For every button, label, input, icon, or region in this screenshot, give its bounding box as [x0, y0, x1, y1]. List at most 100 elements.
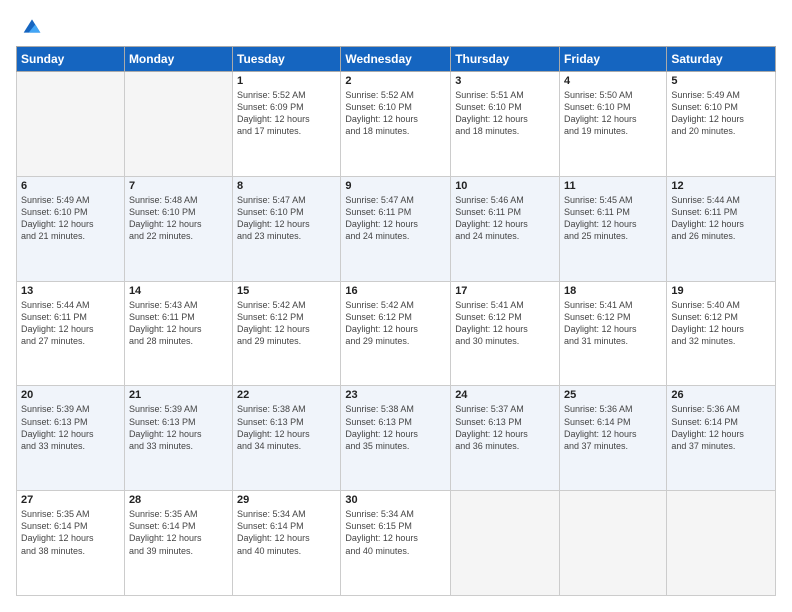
- day-number: 23: [345, 389, 446, 401]
- week-row-1: 1 Sunrise: 5:52 AMSunset: 6:09 PMDaylight…: [17, 72, 776, 177]
- day-info: Sunrise: 5:38 AMSunset: 6:13 PMDaylight:…: [345, 403, 446, 452]
- day-info: Sunrise: 5:35 AMSunset: 6:14 PMDaylight:…: [21, 508, 120, 557]
- day-info: Sunrise: 5:38 AMSunset: 6:13 PMDaylight:…: [237, 403, 336, 452]
- day-info: Sunrise: 5:50 AMSunset: 6:10 PMDaylight:…: [564, 89, 662, 138]
- day-header-saturday: Saturday: [667, 47, 776, 72]
- calendar-cell: 11 Sunrise: 5:45 AMSunset: 6:11 PMDayligh…: [560, 176, 667, 281]
- day-info: Sunrise: 5:43 AMSunset: 6:11 PMDaylight:…: [129, 299, 228, 348]
- calendar-cell: [667, 491, 776, 596]
- calendar-cell: [124, 72, 232, 177]
- day-info: Sunrise: 5:48 AMSunset: 6:10 PMDaylight:…: [129, 194, 228, 243]
- calendar-cell: 19Sunrise: 5:40 AMSunset: 6:12 PMDayligh…: [667, 281, 776, 386]
- calendar-cell: 12 Sunrise: 5:44 AMSunset: 6:11 PMDayligh…: [667, 176, 776, 281]
- week-row-3: 13 Sunrise: 5:44 AMSunset: 6:11 PMDayligh…: [17, 281, 776, 386]
- calendar-cell: 17 Sunrise: 5:41 AMSunset: 6:12 PMDayligh…: [451, 281, 560, 386]
- day-number: 18: [564, 285, 662, 297]
- day-info: Sunrise: 5:51 AMSunset: 6:10 PMDaylight:…: [455, 89, 555, 138]
- day-number: 5: [671, 75, 771, 87]
- day-number: 29: [237, 494, 336, 506]
- day-number: 30: [345, 494, 446, 506]
- day-info: Sunrise: 5:47 AMSunset: 6:10 PMDaylight:…: [237, 194, 336, 243]
- day-number: 10: [455, 180, 555, 192]
- day-header-wednesday: Wednesday: [341, 47, 451, 72]
- day-number: 9: [345, 180, 446, 192]
- day-info: Sunrise: 5:52 AMSunset: 6:09 PMDaylight:…: [237, 89, 336, 138]
- day-number: 21: [129, 389, 228, 401]
- calendar-cell: 21 Sunrise: 5:39 AMSunset: 6:13 PMDayligh…: [124, 386, 232, 491]
- calendar-cell: 28Sunrise: 5:35 AMSunset: 6:14 PMDayligh…: [124, 491, 232, 596]
- day-number: 14: [129, 285, 228, 297]
- day-info: Sunrise: 5:47 AMSunset: 6:11 PMDaylight:…: [345, 194, 446, 243]
- calendar-cell: 14 Sunrise: 5:43 AMSunset: 6:11 PMDayligh…: [124, 281, 232, 386]
- day-info: Sunrise: 5:39 AMSunset: 6:13 PMDaylight:…: [129, 403, 228, 452]
- day-info: Sunrise: 5:34 AMSunset: 6:14 PMDaylight:…: [237, 508, 336, 557]
- day-info: Sunrise: 5:39 AMSunset: 6:13 PMDaylight:…: [21, 403, 120, 452]
- day-number: 2: [345, 75, 446, 87]
- day-info: Sunrise: 5:42 AMSunset: 6:12 PMDaylight:…: [345, 299, 446, 348]
- week-row-5: 27 Sunrise: 5:35 AMSunset: 6:14 PMDayligh…: [17, 491, 776, 596]
- calendar-cell: 16Sunrise: 5:42 AMSunset: 6:12 PMDayligh…: [341, 281, 451, 386]
- calendar-cell: 30 Sunrise: 5:34 AMSunset: 6:15 PMDayligh…: [341, 491, 451, 596]
- calendar-cell: 6 Sunrise: 5:49 AMSunset: 6:10 PMDaylight…: [17, 176, 125, 281]
- day-header-thursday: Thursday: [451, 47, 560, 72]
- calendar-cell: [451, 491, 560, 596]
- calendar-cell: 24 Sunrise: 5:37 AMSunset: 6:13 PMDayligh…: [451, 386, 560, 491]
- day-info: Sunrise: 5:44 AMSunset: 6:11 PMDaylight:…: [21, 299, 120, 348]
- day-number: 7: [129, 180, 228, 192]
- calendar-cell: 15 Sunrise: 5:42 AMSunset: 6:12 PMDayligh…: [233, 281, 341, 386]
- day-info: Sunrise: 5:34 AMSunset: 6:15 PMDaylight:…: [345, 508, 446, 557]
- calendar-cell: 9 Sunrise: 5:47 AMSunset: 6:11 PMDaylight…: [341, 176, 451, 281]
- calendar-cell: 7 Sunrise: 5:48 AMSunset: 6:10 PMDaylight…: [124, 176, 232, 281]
- day-header-monday: Monday: [124, 47, 232, 72]
- day-number: 17: [455, 285, 555, 297]
- day-number: 4: [564, 75, 662, 87]
- day-info: Sunrise: 5:37 AMSunset: 6:13 PMDaylight:…: [455, 403, 555, 452]
- page: SundayMondayTuesdayWednesdayThursdayFrid…: [0, 0, 792, 612]
- day-number: 27: [21, 494, 120, 506]
- calendar-cell: 1 Sunrise: 5:52 AMSunset: 6:09 PMDaylight…: [233, 72, 341, 177]
- calendar-cell: 27 Sunrise: 5:35 AMSunset: 6:14 PMDayligh…: [17, 491, 125, 596]
- calendar-cell: 2 Sunrise: 5:52 AMSunset: 6:10 PMDaylight…: [341, 72, 451, 177]
- week-row-2: 6 Sunrise: 5:49 AMSunset: 6:10 PMDaylight…: [17, 176, 776, 281]
- calendar-cell: 18 Sunrise: 5:41 AMSunset: 6:12 PMDayligh…: [560, 281, 667, 386]
- day-info: Sunrise: 5:41 AMSunset: 6:12 PMDaylight:…: [564, 299, 662, 348]
- day-number: 25: [564, 389, 662, 401]
- calendar-cell: 8Sunrise: 5:47 AMSunset: 6:10 PMDaylight…: [233, 176, 341, 281]
- day-number: 11: [564, 180, 662, 192]
- calendar-cell: 26Sunrise: 5:36 AMSunset: 6:14 PMDayligh…: [667, 386, 776, 491]
- day-number: 12: [671, 180, 771, 192]
- logo-icon: [22, 16, 42, 36]
- day-number: 13: [21, 285, 120, 297]
- day-number: 15: [237, 285, 336, 297]
- day-number: 6: [21, 180, 120, 192]
- calendar-cell: 29 Sunrise: 5:34 AMSunset: 6:14 PMDayligh…: [233, 491, 341, 596]
- day-number: 1: [237, 75, 336, 87]
- day-number: 26: [671, 389, 771, 401]
- day-info: Sunrise: 5:45 AMSunset: 6:11 PMDaylight:…: [564, 194, 662, 243]
- calendar-cell: 22 Sunrise: 5:38 AMSunset: 6:13 PMDayligh…: [233, 386, 341, 491]
- header: [16, 16, 776, 36]
- calendar-cell: 20Sunrise: 5:39 AMSunset: 6:13 PMDayligh…: [17, 386, 125, 491]
- day-info: Sunrise: 5:52 AMSunset: 6:10 PMDaylight:…: [345, 89, 446, 138]
- day-header-sunday: Sunday: [17, 47, 125, 72]
- calendar: SundayMondayTuesdayWednesdayThursdayFrid…: [16, 46, 776, 596]
- calendar-header-row: SundayMondayTuesdayWednesdayThursdayFrid…: [17, 47, 776, 72]
- day-info: Sunrise: 5:41 AMSunset: 6:12 PMDaylight:…: [455, 299, 555, 348]
- day-info: Sunrise: 5:44 AMSunset: 6:11 PMDaylight:…: [671, 194, 771, 243]
- day-info: Sunrise: 5:42 AMSunset: 6:12 PMDaylight:…: [237, 299, 336, 348]
- calendar-cell: [560, 491, 667, 596]
- calendar-body: 1 Sunrise: 5:52 AMSunset: 6:09 PMDaylight…: [17, 72, 776, 596]
- day-number: 28: [129, 494, 228, 506]
- day-number: 3: [455, 75, 555, 87]
- calendar-cell: [17, 72, 125, 177]
- calendar-cell: 5Sunrise: 5:49 AMSunset: 6:10 PMDaylight…: [667, 72, 776, 177]
- day-number: 22: [237, 389, 336, 401]
- day-info: Sunrise: 5:49 AMSunset: 6:10 PMDaylight:…: [21, 194, 120, 243]
- day-number: 24: [455, 389, 555, 401]
- day-number: 19: [671, 285, 771, 297]
- day-header-tuesday: Tuesday: [233, 47, 341, 72]
- day-header-friday: Friday: [560, 47, 667, 72]
- calendar-cell: 13 Sunrise: 5:44 AMSunset: 6:11 PMDayligh…: [17, 281, 125, 386]
- day-info: Sunrise: 5:36 AMSunset: 6:14 PMDaylight:…: [564, 403, 662, 452]
- calendar-cell: 23 Sunrise: 5:38 AMSunset: 6:13 PMDayligh…: [341, 386, 451, 491]
